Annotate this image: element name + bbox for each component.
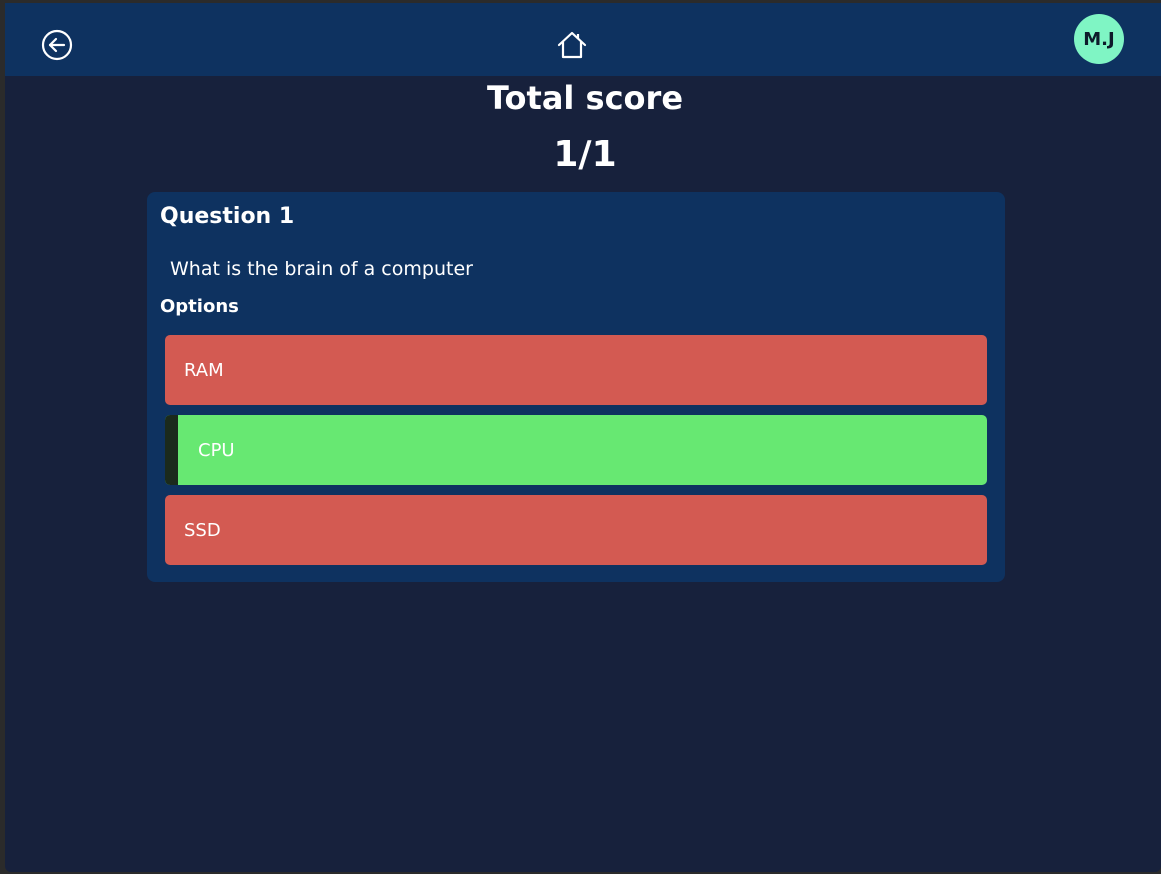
top-navigation-bar: M.J bbox=[5, 3, 1161, 76]
option-label: CPU bbox=[198, 439, 235, 461]
user-avatar[interactable]: M.J bbox=[1074, 14, 1124, 64]
home-button[interactable] bbox=[555, 28, 589, 62]
question-title: Question 1 bbox=[160, 204, 295, 229]
option-label: SSD bbox=[184, 519, 221, 541]
selected-indicator bbox=[165, 415, 178, 485]
home-icon bbox=[557, 31, 587, 59]
option-ssd[interactable]: SSD bbox=[165, 495, 987, 565]
option-ram[interactable]: RAM bbox=[165, 335, 987, 405]
back-button[interactable] bbox=[40, 28, 74, 62]
app-window: M.J Total score 1/1 Question 1 What is t… bbox=[5, 3, 1161, 872]
options-label: Options bbox=[160, 296, 239, 317]
option-label: RAM bbox=[184, 359, 224, 381]
arrow-left-circle-icon bbox=[41, 29, 73, 61]
score-title: Total score bbox=[486, 79, 684, 117]
option-cpu[interactable]: CPU bbox=[165, 415, 987, 485]
question-text: What is the brain of a computer bbox=[170, 258, 473, 280]
score-value: 1/1 bbox=[553, 134, 617, 175]
question-card: Question 1 What is the brain of a comput… bbox=[147, 192, 1005, 582]
